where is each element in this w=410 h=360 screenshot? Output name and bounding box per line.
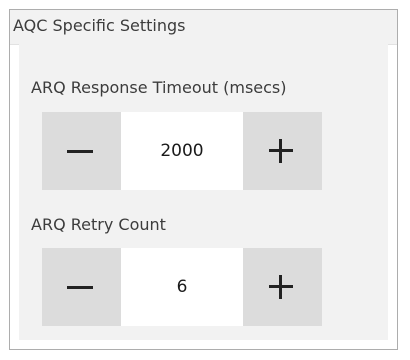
arq-retry-count-increment-button[interactable] [243, 248, 322, 326]
plus-icon [269, 275, 293, 299]
minus-icon [67, 150, 93, 153]
arq-retry-count-stepper [42, 248, 322, 326]
arq-response-timeout-label: ARQ Response Timeout (msecs) [31, 78, 287, 97]
arq-retry-count-decrement-button[interactable] [42, 248, 121, 326]
arq-response-timeout-input[interactable] [121, 112, 243, 190]
arq-retry-count-label: ARQ Retry Count [31, 215, 166, 234]
panel-header: AQC Specific Settings [10, 10, 397, 45]
minus-icon [67, 286, 93, 289]
arq-response-timeout-increment-button[interactable] [243, 112, 322, 190]
plus-icon [269, 139, 293, 163]
arq-response-timeout-stepper [42, 112, 322, 190]
arq-response-timeout-decrement-button[interactable] [42, 112, 121, 190]
arq-retry-count-input[interactable] [121, 248, 243, 326]
panel-title: AQC Specific Settings [13, 16, 186, 35]
